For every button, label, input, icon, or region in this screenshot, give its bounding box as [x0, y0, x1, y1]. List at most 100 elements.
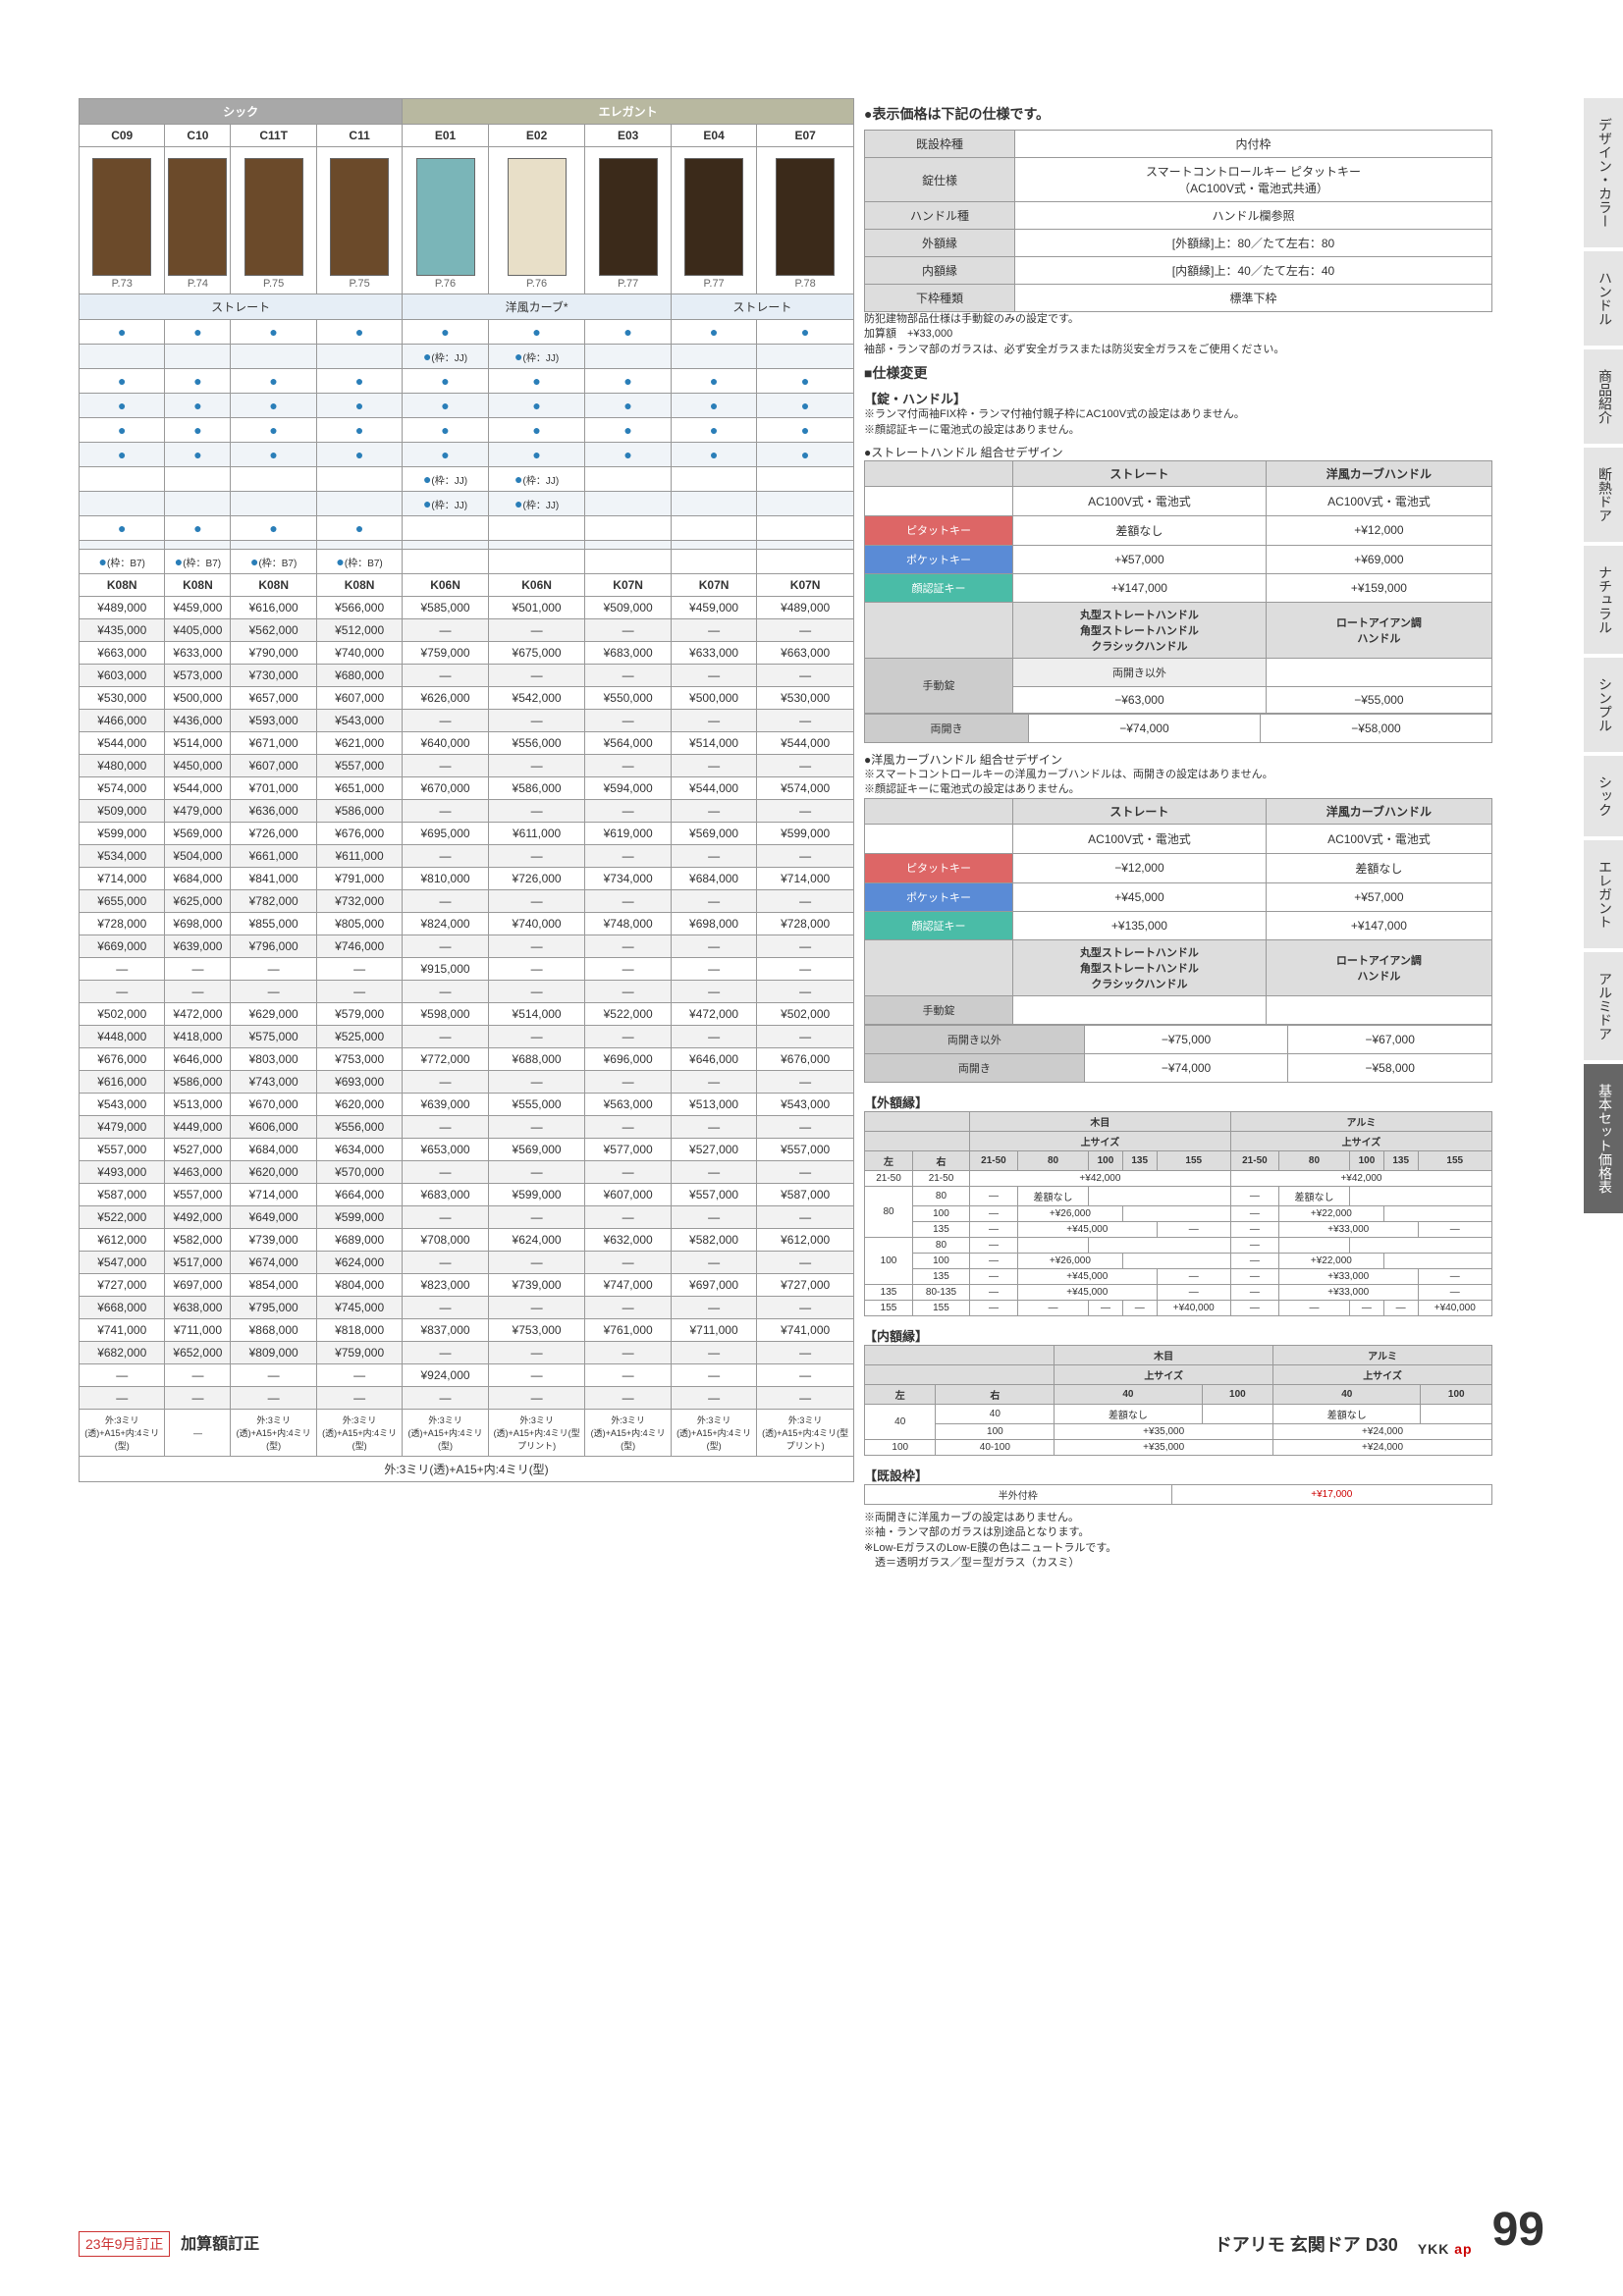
availability-row: ●(枠：JJ)●(枠：JJ) [80, 492, 854, 516]
sidebar-tab[interactable]: 商品紹介 [1584, 349, 1623, 444]
combi-straight: ストレート洋風カーブハンドル AC100V式・電池式AC100V式・電池式 ピタ… [864, 460, 1492, 714]
handle-yf: 洋風カーブ* [403, 294, 672, 320]
price-row: ¥534,000¥504,000¥661,000¥611,000————— [80, 845, 854, 868]
model-header: C11 [316, 125, 402, 147]
glass-spec: 外:3ミリ(透)+A15+内:4ミリ(型プリント) [757, 1410, 854, 1457]
naigaku-table: 木目アルミ 上サイズ上サイズ 左右4010040100 4040差額なし差額なし… [864, 1345, 1492, 1456]
availability-row: ●●●●●●●●● [80, 443, 854, 467]
spec-header: ●表示価格は下記の仕様です。 [864, 104, 1492, 124]
price-row: ¥530,000¥500,000¥657,000¥607,000¥626,000… [80, 687, 854, 710]
model-header: C09 [80, 125, 165, 147]
lock-notes: ※ランマ付両袖FIX枠・ランマ付袖付親子枠にAC100V式の設定はありません。※… [864, 407, 1492, 438]
model-header: C11T [231, 125, 316, 147]
price-row: ¥663,000¥633,000¥790,000¥740,000¥759,000… [80, 642, 854, 665]
door-thumb-cell: P.75 [316, 147, 402, 294]
availability-row: ●●●● [80, 516, 854, 541]
price-row: ¥587,000¥557,000¥714,000¥664,000¥683,000… [80, 1184, 854, 1206]
price-row: ¥682,000¥652,000¥809,000¥759,000————— [80, 1342, 854, 1364]
change-title: ■仕様変更 [864, 363, 1492, 383]
price-row: ¥655,000¥625,000¥782,000¥732,000————— [80, 890, 854, 913]
sidebar-tab[interactable]: シンプル [1584, 658, 1623, 752]
cat-elegant: エレガント [403, 99, 854, 125]
sidebar-tabs: デザイン・カラーハンドル商品紹介断熱ドアナチュラルシンプルシックエレガントアルミ… [1584, 98, 1623, 1213]
price-table: シック エレガント C09C10C11TC11E01E02E03E04E07 P… [79, 98, 854, 1482]
door-thumb-cell: P.76 [488, 147, 585, 294]
sidebar-tab[interactable]: ハンドル [1584, 251, 1623, 346]
sidebar-tab[interactable]: エレガント [1584, 840, 1623, 948]
price-row: ¥669,000¥639,000¥796,000¥746,000————— [80, 935, 854, 958]
combi-straight-title: ●ストレートハンドル 組合せデザイン [864, 444, 1492, 460]
sidebar-tab[interactable]: 断熱ドア [1584, 448, 1623, 542]
brand-logo: YKK ap [1418, 2241, 1473, 2257]
gaigaku-table: 木目アルミ 上サイズ上サイズ 左右 21-5080100135155 21-50… [864, 1111, 1492, 1316]
combi-yf-manual: 両開き以外−¥75,000−¥67,000 両開き−¥74,000−¥58,00… [864, 1025, 1492, 1083]
glass-spec: 外:3ミリ(透)+A15+内:4ミリ(型) [80, 1410, 165, 1457]
price-row: ¥435,000¥405,000¥562,000¥512,000————— [80, 619, 854, 642]
handle-straight: ストレート [80, 294, 403, 320]
glass-code: K07N [671, 574, 756, 597]
model-header: E04 [671, 125, 756, 147]
sidebar-tab[interactable]: シック [1584, 756, 1623, 836]
handle-straight2: ストレート [671, 294, 853, 320]
sidebar-tab[interactable]: デザイン・カラー [1584, 98, 1623, 247]
price-row: ————————— [80, 1387, 854, 1410]
sidebar-tab[interactable]: ナチュラル [1584, 546, 1623, 654]
price-row: ¥727,000¥697,000¥854,000¥804,000¥823,000… [80, 1274, 854, 1297]
price-row: ¥574,000¥544,000¥701,000¥651,000¥670,000… [80, 777, 854, 800]
glass-common: 外:3ミリ(透)+A15+内:4ミリ(型) [80, 1457, 854, 1482]
model-header: E01 [403, 125, 488, 147]
kisetsu-title: 【既設枠】 [864, 1466, 1492, 1484]
availability-row: ●●●●●●●●● [80, 369, 854, 394]
footer: 23年9月訂正 加算額訂正 ドアリモ 玄関ドア D30 YKK ap 99 [79, 2203, 1544, 2257]
glass-spec: 外:3ミリ(透)+A15+内:4ミリ(型) [231, 1410, 316, 1457]
glass-code: K06N [403, 574, 488, 597]
price-row: ¥741,000¥711,000¥868,000¥818,000¥837,000… [80, 1319, 854, 1342]
availability-row: ●(枠：JJ)●(枠：JJ) [80, 345, 854, 369]
price-row: ¥509,000¥479,000¥636,000¥586,000————— [80, 800, 854, 823]
combi-yf-title: ●洋風カーブハンドル 組合せデザイン [864, 751, 1492, 768]
product-title: ドアリモ 玄関ドア D30 [1215, 2231, 1398, 2257]
price-row: ¥544,000¥514,000¥671,000¥621,000¥640,000… [80, 732, 854, 755]
price-row: ¥502,000¥472,000¥629,000¥579,000¥598,000… [80, 1003, 854, 1026]
model-header: E02 [488, 125, 585, 147]
availability-row [80, 541, 854, 550]
price-row: ¥612,000¥582,000¥739,000¥689,000¥708,000… [80, 1229, 854, 1252]
combi-yf: ストレート洋風カーブハンドル AC100V式・電池式AC100V式・電池式 ピタ… [864, 798, 1492, 1025]
page-number: 99 [1492, 2203, 1544, 2257]
price-row: ¥676,000¥646,000¥803,000¥753,000¥772,000… [80, 1048, 854, 1071]
kisetsu-table: 半外付枠+¥17,000 [864, 1484, 1492, 1505]
glass-code: K07N [585, 574, 671, 597]
price-row: ¥728,000¥698,000¥855,000¥805,000¥824,000… [80, 913, 854, 935]
glass-spec: 外:3ミリ(透)+A15+内:4ミリ(型) [316, 1410, 402, 1457]
availability-row: ●(枠：JJ)●(枠：JJ) [80, 467, 854, 492]
price-row: ¥466,000¥436,000¥593,000¥543,000————— [80, 710, 854, 732]
door-thumb-cell: P.77 [585, 147, 671, 294]
door-thumb-cell: P.73 [80, 147, 165, 294]
price-row: ————¥924,000———— [80, 1364, 854, 1387]
price-row: ¥714,000¥684,000¥841,000¥791,000¥810,000… [80, 868, 854, 890]
sidebar-tab[interactable]: 基本セット価格表 [1584, 1064, 1623, 1213]
cat-chic: シック [80, 99, 403, 125]
spec-table: 既設枠種内付枠錠仕様スマートコントロールキー ピタットキー （AC100V式・電… [864, 130, 1492, 312]
glass-spec: 外:3ミリ(透)+A15+内:4ミリ(型プリント) [488, 1410, 585, 1457]
price-row: ¥480,000¥450,000¥607,000¥557,000————— [80, 755, 854, 777]
price-row: ¥522,000¥492,000¥649,000¥599,000————— [80, 1206, 854, 1229]
price-row: ¥616,000¥586,000¥743,000¥693,000————— [80, 1071, 854, 1094]
availability-row: ●●●●●●●●● [80, 418, 854, 443]
sidebar-tab[interactable]: アルミドア [1584, 952, 1623, 1060]
price-row: ¥603,000¥573,000¥730,000¥680,000————— [80, 665, 854, 687]
glass-spec: 外:3ミリ(透)+A15+内:4ミリ(型) [403, 1410, 488, 1457]
glass-spec: 外:3ミリ(透)+A15+内:4ミリ(型) [585, 1410, 671, 1457]
glass-code: K08N [80, 574, 165, 597]
revision-label: 加算額訂正 [181, 2236, 259, 2253]
glass-code: K08N [165, 574, 231, 597]
price-row: ¥543,000¥513,000¥670,000¥620,000¥639,000… [80, 1094, 854, 1116]
combi-yf-note2: ※顔認証キーに電池式の設定はありません。 [864, 782, 1492, 797]
glass-spec: — [165, 1410, 231, 1457]
price-row: ————¥915,000———— [80, 958, 854, 981]
availability-row: ●●●●●●●●● [80, 320, 854, 345]
price-row: ¥448,000¥418,000¥575,000¥525,000————— [80, 1026, 854, 1048]
glass-spec: 外:3ミリ(透)+A15+内:4ミリ(型) [671, 1410, 756, 1457]
foot-notes: ※両開きに洋風カーブの設定はありません。※袖・ランマ部のガラスは別途品となります… [864, 1511, 1492, 1572]
glass-code: K06N [488, 574, 585, 597]
